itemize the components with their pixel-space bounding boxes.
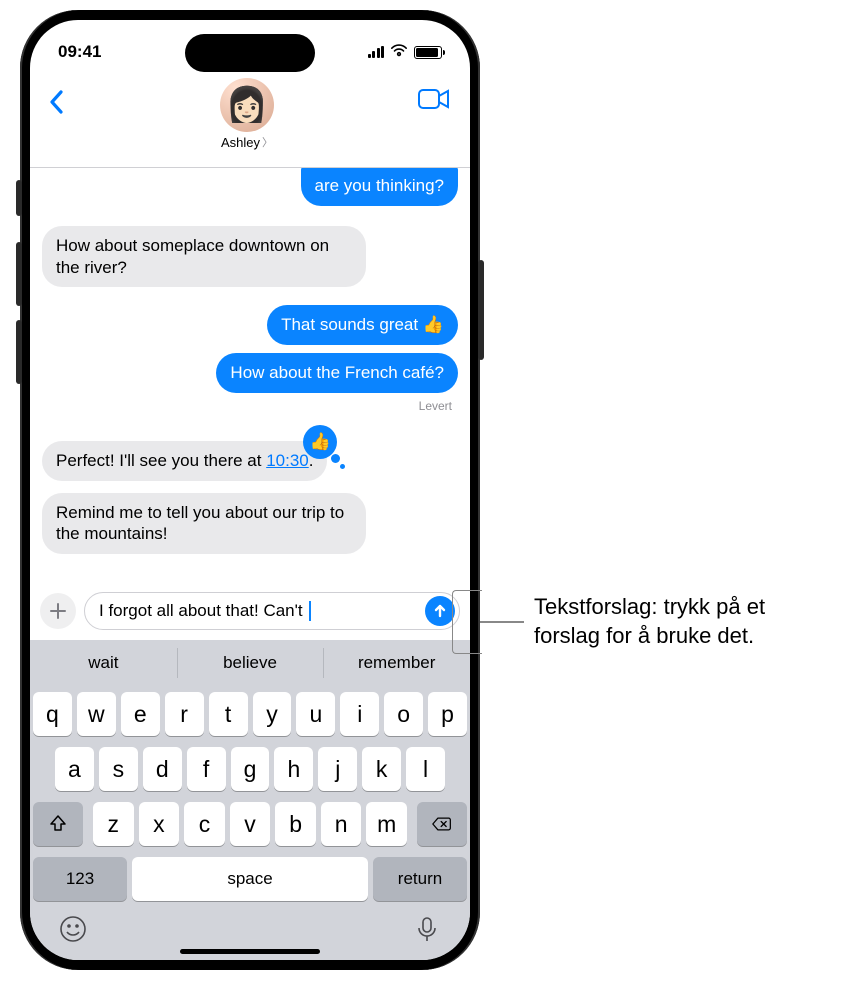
key-e[interactable]: e [121,692,160,736]
key-u[interactable]: u [296,692,335,736]
side-button [16,180,22,216]
chevron-right-icon: 〉 [262,134,273,150]
key-i[interactable]: i [340,692,379,736]
predictive-suggestion[interactable]: believe [177,640,324,686]
key-h[interactable]: h [274,747,313,791]
home-indicator[interactable] [180,949,320,954]
key-n[interactable]: n [321,802,362,846]
message-input-text: I forgot all about that! Can't [99,601,425,622]
conversation-header: 👩🏻 Ashley 〉 [30,74,470,168]
key-q[interactable]: q [33,692,72,736]
apps-button[interactable] [40,593,76,629]
key-g[interactable]: g [231,747,270,791]
key-s[interactable]: s [99,747,138,791]
keyboard: qwertyuiop asdfghjkl zxcvbnm 123 space r… [30,686,470,960]
contact-info[interactable]: 👩🏻 Ashley 〉 [220,78,274,150]
sent-message[interactable]: are you thinking? [301,168,458,206]
time-link[interactable]: 10:30 [266,451,309,470]
received-message[interactable]: Remind me to tell you about our trip to … [42,493,366,555]
phone-screen: 09:41 👩🏻 Ashley 〉 [30,20,470,960]
battery-icon [414,46,442,59]
key-t[interactable]: t [209,692,248,736]
key-l[interactable]: l [406,747,445,791]
space-key[interactable]: space [132,857,368,901]
key-x[interactable]: x [139,802,180,846]
volume-down-button [16,320,22,384]
sent-message[interactable]: How about the French café? [216,353,458,393]
key-m[interactable]: m [366,802,407,846]
wifi-icon [390,42,408,62]
key-j[interactable]: j [318,747,357,791]
key-p[interactable]: p [428,692,467,736]
key-w[interactable]: w [77,692,116,736]
backspace-key[interactable] [417,802,467,846]
tapback-thumbs-up-icon[interactable]: 👍 [303,425,337,459]
predictive-bar: wait believe remember [30,640,470,686]
key-r[interactable]: r [165,692,204,736]
key-d[interactable]: d [143,747,182,791]
annotation-callout: Tekstforslag: trykk på et forslag for å … [500,590,834,654]
contact-name: Ashley [221,135,260,150]
key-v[interactable]: v [230,802,271,846]
key-z[interactable]: z [93,802,134,846]
annotation-text: Tekstforslag: trykk på et forslag for å … [534,593,834,650]
numbers-key[interactable]: 123 [33,857,127,901]
cellular-icon [368,46,385,58]
message-list[interactable]: are you thinking? How about someplace do… [30,168,470,586]
status-indicators [368,42,443,62]
compose-bar: I forgot all about that! Can't [30,586,470,640]
predictive-suggestion[interactable]: wait [30,640,177,686]
power-button [478,260,484,360]
key-f[interactable]: f [187,747,226,791]
dictation-key[interactable] [413,915,441,948]
key-k[interactable]: k [362,747,401,791]
key-y[interactable]: y [253,692,292,736]
key-a[interactable]: a [55,747,94,791]
volume-up-button [16,242,22,306]
received-message[interactable]: How about someplace downtown on the rive… [42,226,366,288]
emoji-key[interactable] [59,915,87,948]
send-button[interactable] [425,596,455,626]
facetime-button[interactable] [418,88,452,115]
key-o[interactable]: o [384,692,423,736]
dynamic-island [185,34,315,72]
avatar: 👩🏻 [220,78,274,132]
back-button[interactable] [48,88,76,121]
predictive-suggestion[interactable]: remember [323,640,470,686]
phone-frame: 09:41 👩🏻 Ashley 〉 [20,10,480,970]
sent-message[interactable]: That sounds great 👍 [267,305,458,345]
message-input[interactable]: I forgot all about that! Can't [84,592,460,630]
received-message[interactable]: 👍 Perfect! I'll see you there at 10:30. [42,441,327,481]
shift-key[interactable] [33,802,83,846]
return-key[interactable]: return [373,857,467,901]
status-time: 09:41 [58,42,101,62]
delivery-status: Levert [42,399,458,413]
key-b[interactable]: b [275,802,316,846]
key-c[interactable]: c [184,802,225,846]
